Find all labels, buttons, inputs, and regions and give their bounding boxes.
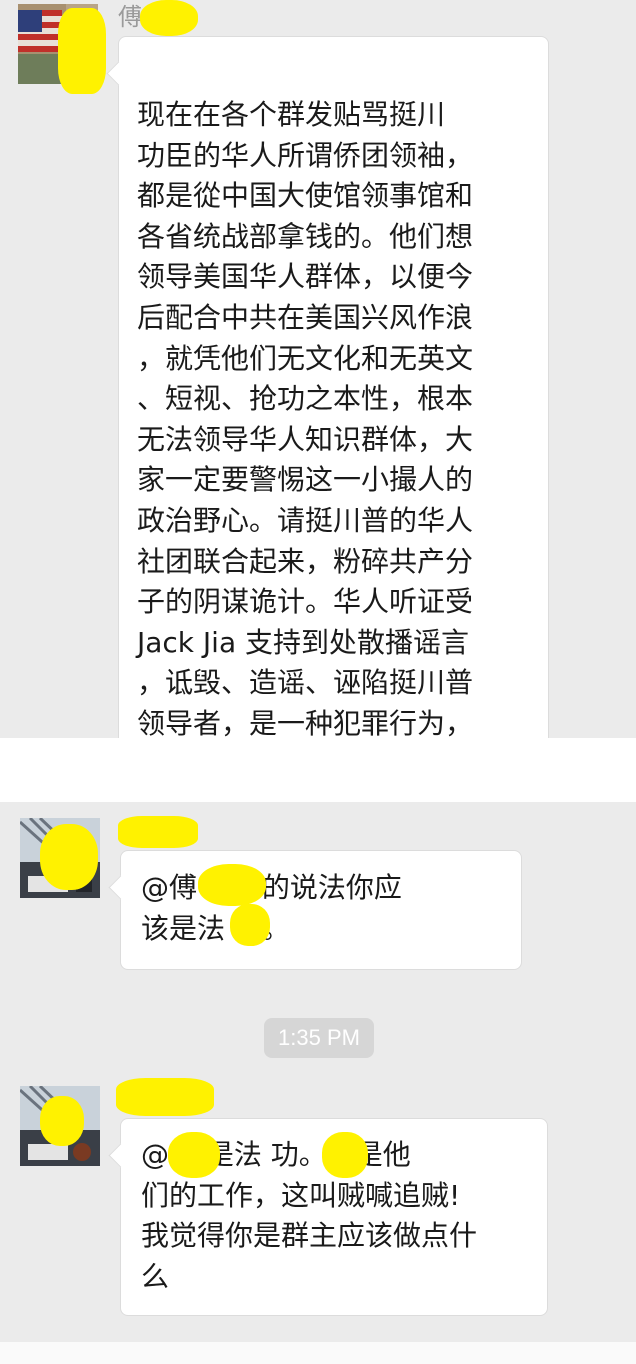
message-text-line: 我觉得你是群主应该做点什 <box>141 1219 478 1253</box>
message-text-line: 、短视、抢功之本性，根本 <box>137 382 474 416</box>
message-text-line: 家一定要警惕这一小撮人的 <box>137 463 474 497</box>
message-text-line: 们的工作，这叫贼喊追贼! <box>141 1178 461 1212</box>
redaction-mark <box>140 0 198 36</box>
redaction-mark <box>40 1096 84 1146</box>
timestamp-pill: 1:35 PM <box>264 1018 374 1058</box>
chat-screenshot-bottom: S @傅 按你的说法你应 该是法 功。 1:35 PM S @ 他是法 功。这是… <box>0 802 636 1342</box>
redaction-mark <box>40 824 98 890</box>
message-text-line: 都是從中国大使馆领事馆和 <box>137 179 474 213</box>
message-text-line: 领导者，是一种犯罪行为， <box>137 706 474 738</box>
message-text-line: 无法领导华人知识群体，大 <box>137 422 474 456</box>
message-text-line: Jack Jia 支持到处散播谣言 <box>137 625 470 659</box>
message-text-line: @傅 按你的说法你应 <box>141 871 402 904</box>
message-bubble[interactable]: 现在在各个群发贴骂挺川 功臣的华人所谓侨团领袖， 都是從中国大使馆领事馆和 各省… <box>106 36 549 738</box>
redaction-mark <box>116 1078 214 1116</box>
message-text-line: 领导美国华人群体，以便今 <box>137 260 474 294</box>
chat-screenshot-top: 傅 现在在各个群发贴骂挺川 功臣的华人所谓侨团领袖， 都是從中国大使馆领事馆和 … <box>0 0 636 738</box>
redaction-mark <box>198 864 266 906</box>
redaction-mark <box>58 8 106 94</box>
message-text-line: 子的阴谋诡计。华人听证受 <box>137 585 474 619</box>
message-text-line: 后配合中共在美国兴风作浪 <box>137 300 474 334</box>
redaction-mark <box>230 904 270 946</box>
redaction-mark <box>118 816 198 848</box>
message-text-line: 么 <box>141 1259 170 1293</box>
message-bubble[interactable]: @傅 按你的说法你应 该是法 功。 <box>108 850 522 970</box>
message-text-line: 该是法 功。 <box>141 911 290 945</box>
sender-name: 傅 <box>118 3 142 31</box>
message-text-line: 各省统战部拿钱的。他们想 <box>137 219 474 253</box>
message-text-line: ，就凭他们无文化和无英文 <box>137 341 474 375</box>
message-text-line: ，诋毁、造谣、诬陷挺川普 <box>137 666 474 700</box>
redaction-mark <box>322 1132 368 1178</box>
message-text-line: 功臣的华人所谓侨团领袖， <box>137 138 474 172</box>
message-text-line: 政治野心。请挺川普的华人 <box>137 503 474 537</box>
page-footer <box>0 1342 636 1364</box>
redaction-mark <box>168 1132 220 1178</box>
message-text-line: 现在在各个群发贴骂挺川 <box>137 98 446 131</box>
message-text-line: 社团联合起来，粉碎共产分 <box>137 544 474 578</box>
